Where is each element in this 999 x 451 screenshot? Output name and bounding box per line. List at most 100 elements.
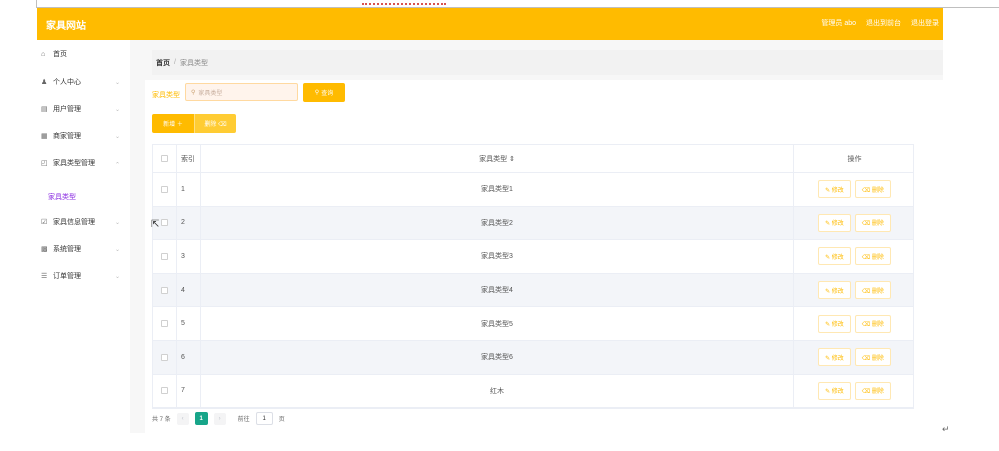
data-table: 索引 家具类型 ⇕ 操作 1 家具类型1 ✎ 修改 ⌫ 删除 2 家具类型2 ✎… xyxy=(152,144,915,410)
sidebar-item-label: 家具类型管理 xyxy=(53,160,95,167)
breadcrumb: 首页 / 家具类型 xyxy=(152,50,943,75)
edit-button[interactable]: ✎ 修改 xyxy=(818,314,851,333)
delete-button[interactable]: ⌫ 删除 xyxy=(854,247,891,266)
row-checkbox-cell xyxy=(153,374,177,408)
goto-page-input[interactable]: 1 xyxy=(255,412,273,425)
page-number-current[interactable]: 1 xyxy=(194,412,208,425)
content-panel: 家具类型 ⚲ 家具类型 ⚲ 查询 新增 ＋ 删除 ⌫ 索引 家具类型 ⇕ 操作 xyxy=(145,80,943,433)
row-furniture-type: 家具类型6 xyxy=(201,340,794,374)
chevron-up-icon: ⌄ xyxy=(115,159,121,166)
chevron-down-icon: ⌄ xyxy=(115,273,121,280)
row-index: 6 xyxy=(177,340,201,374)
mouse-cursor-icon: ⇱ xyxy=(151,219,160,230)
category-icon: ◰ xyxy=(41,160,48,167)
admin-user-link[interactable]: 管理员 abo xyxy=(821,18,856,28)
select-all-checkbox[interactable] xyxy=(161,155,168,162)
row-furniture-type: 家具类型2 xyxy=(201,206,794,240)
search-icon: ⚲ xyxy=(191,89,196,96)
row-checkbox[interactable] xyxy=(161,353,168,361)
sidebar-item-orders[interactable]: ☰ 订单管理 ⌄ xyxy=(37,268,130,284)
row-index: 5 xyxy=(177,307,201,340)
breadcrumb-separator: / xyxy=(174,59,176,66)
row-furniture-type: 家具类型4 xyxy=(201,273,794,307)
sidebar-item-system[interactable]: ▩ 系统管理 ⌄ xyxy=(37,241,130,257)
edit-button[interactable]: ✎ 修改 xyxy=(818,348,851,367)
prev-page-button[interactable]: ‹ xyxy=(176,412,189,425)
search-icon: ⚲ xyxy=(314,90,320,96)
table-header-row: 索引 家具类型 ⇕ 操作 xyxy=(153,145,913,173)
row-operations: ✎ 修改 ⌫ 删除 xyxy=(794,307,915,340)
info-icon: ☑ xyxy=(41,219,48,226)
row-checkbox-cell xyxy=(153,173,177,206)
sidebar-item-label: 个人中心 xyxy=(53,79,81,86)
delete-button[interactable]: ⌫ 删除 xyxy=(854,281,891,300)
main-area: 首页 / 家具类型 家具类型 ⚲ 家具类型 ⚲ 查询 新增 ＋ 删除 ⌫ 索引 … xyxy=(130,40,943,433)
top-header: 家具网站 管理员 abo 退出到前台 退出登录 xyxy=(37,8,943,40)
delete-button[interactable]: ⌫ 删除 xyxy=(854,213,891,232)
row-checkbox[interactable] xyxy=(161,387,168,395)
row-index: 2 xyxy=(177,206,201,240)
add-button[interactable]: 新增 ＋ xyxy=(152,114,194,133)
edit-button[interactable]: ✎ 修改 xyxy=(818,247,851,266)
sidebar-item-merchants[interactable]: ▦ 商家管理 ⌄ xyxy=(37,128,130,144)
page-suffix: 页 xyxy=(278,417,285,423)
row-operations: ✎ 修改 ⌫ 删除 xyxy=(794,207,915,240)
row-operations: ✎ 修改 ⌫ 删除 xyxy=(794,240,915,273)
table-row: 2 家具类型2 ✎ 修改 ⌫ 删除 xyxy=(153,206,915,241)
sidebar-item-label: 首页 xyxy=(53,51,67,58)
row-checkbox[interactable] xyxy=(161,286,168,294)
sidebar-item-furniture-type[interactable]: ◰ 家具类型管理 ⌄ xyxy=(37,155,130,171)
table-row: 5 家具类型5 ✎ 修改 ⌫ 删除 xyxy=(153,307,913,341)
delete-button[interactable]: ⌫ 删除 xyxy=(854,314,891,333)
sidebar-item-label: 商家管理 xyxy=(53,133,81,140)
site-logo[interactable]: 家具网站 xyxy=(46,17,86,32)
edit-button[interactable]: ✎ 修改 xyxy=(818,213,851,232)
home-icon: ⌂ xyxy=(41,50,46,58)
paragraph-mark-icon: ↵ xyxy=(942,424,950,434)
header-links: 管理员 abo 退出到前台 退出登录 xyxy=(821,18,939,28)
sidebar: ⌂ 首页 ♟ 个人中心 ⌄ ▤ 用户管理 ⌄ ▦ 商家管理 ⌄ ◰ 家具类型管理… xyxy=(37,40,130,433)
row-checkbox[interactable] xyxy=(161,185,168,193)
row-checkbox[interactable] xyxy=(161,320,168,328)
sidebar-item-label: 用户管理 xyxy=(53,106,81,113)
edit-button[interactable]: ✎ 修改 xyxy=(818,381,851,400)
next-page-button[interactable]: › xyxy=(213,412,226,425)
user-icon: ♟ xyxy=(41,79,48,86)
logout-link[interactable]: 退出登录 xyxy=(911,18,939,28)
chevron-down-icon: ⌄ xyxy=(115,246,121,253)
edit-button[interactable]: ✎ 修改 xyxy=(818,180,851,199)
row-index: 7 xyxy=(177,374,201,408)
header-furniture-type[interactable]: 家具类型 ⇕ xyxy=(201,145,794,172)
table-row: 3 家具类型3 ✎ 修改 ⌫ 删除 xyxy=(153,240,913,274)
query-button[interactable]: ⚲ 查询 xyxy=(303,83,345,102)
delete-button[interactable]: ⌫ 删除 xyxy=(854,381,891,400)
breadcrumb-current: 家具类型 xyxy=(179,59,208,67)
sidebar-subitem-furniture-type[interactable]: 家具类型 xyxy=(48,192,76,202)
row-operations: ✎ 修改 ⌫ 删除 xyxy=(794,375,915,408)
query-button-label: 查询 xyxy=(321,91,334,97)
sidebar-item-furniture-info[interactable]: ☑ 家具信息管理 ⌄ xyxy=(37,214,130,230)
header-index: 索引 xyxy=(177,145,201,172)
row-checkbox-cell xyxy=(153,340,177,374)
row-checkbox[interactable] xyxy=(161,219,168,227)
breadcrumb-home[interactable]: 首页 xyxy=(156,58,170,68)
goto-frontend-link[interactable]: 退出到前台 xyxy=(866,18,901,28)
row-operations: ✎ 修改 ⌫ 删除 xyxy=(794,341,915,374)
row-operations: ✎ 修改 ⌫ 删除 xyxy=(794,173,915,206)
row-checkbox-cell xyxy=(153,273,177,307)
sidebar-item-profile[interactable]: ♟ 个人中心 ⌄ xyxy=(37,74,130,90)
sidebar-item-users[interactable]: ▤ 用户管理 ⌄ xyxy=(37,101,130,117)
delete-button[interactable]: ⌫ 删除 xyxy=(854,348,891,367)
table-row: 4 家具类型4 ✎ 修改 ⌫ 删除 xyxy=(153,273,913,308)
sidebar-item-home[interactable]: ⌂ 首页 xyxy=(37,46,130,62)
row-checkbox[interactable] xyxy=(161,252,168,260)
search-input[interactable]: ⚲ 家具类型 xyxy=(185,83,298,101)
edit-button[interactable]: ✎ 修改 xyxy=(818,281,851,300)
batch-delete-button[interactable]: 删除 ⌫ xyxy=(194,114,236,133)
search-label: 家具类型 xyxy=(152,92,180,99)
system-icon: ▩ xyxy=(41,246,48,253)
row-furniture-type: 家具类型3 xyxy=(201,240,794,273)
header-checkbox-cell xyxy=(153,145,177,172)
sidebar-item-label: 系统管理 xyxy=(53,246,81,253)
delete-button[interactable]: ⌫ 删除 xyxy=(854,180,891,199)
